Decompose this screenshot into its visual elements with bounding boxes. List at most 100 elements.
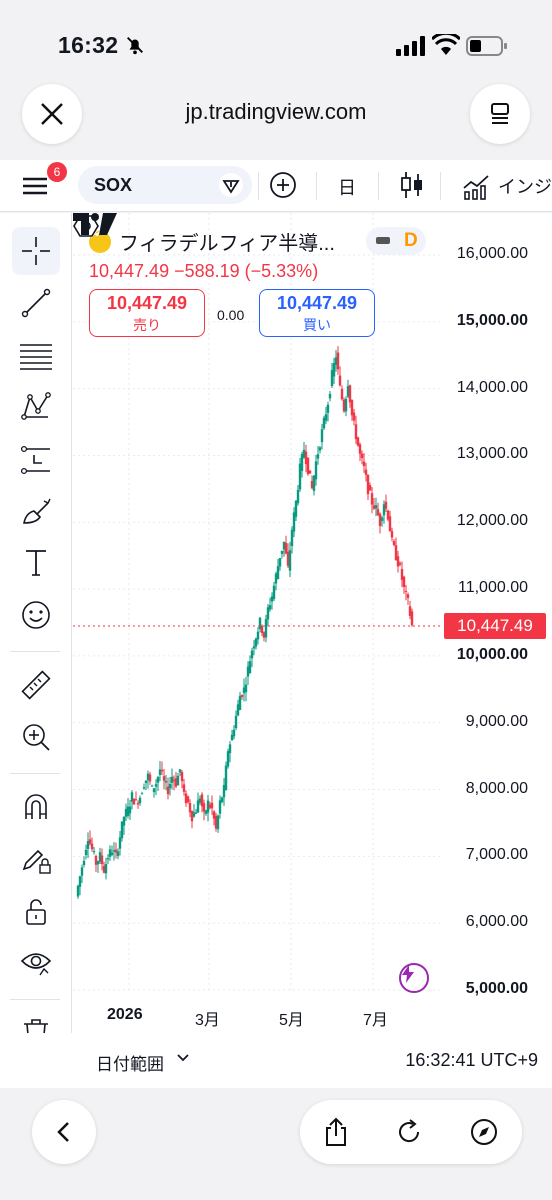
candle-body xyxy=(162,776,166,781)
candle-body xyxy=(354,424,358,440)
candle-body xyxy=(392,541,396,546)
reload-button[interactable] xyxy=(388,1110,432,1154)
candle-body xyxy=(278,557,282,567)
pattern-tool[interactable] xyxy=(12,383,60,431)
projection-icon xyxy=(20,445,50,475)
zoom-tool[interactable] xyxy=(12,713,60,761)
unlock-icon xyxy=(26,899,46,925)
reader-button[interactable] xyxy=(470,84,530,144)
candle-body xyxy=(390,531,394,538)
indicators-icon[interactable] xyxy=(462,172,490,200)
price-tick-label: 7,000.00 xyxy=(465,846,528,864)
candle-body xyxy=(344,398,348,412)
text-icon xyxy=(26,550,46,576)
candle-body xyxy=(352,412,356,421)
legend-collapse-pill[interactable]: D xyxy=(366,227,426,255)
candle-body xyxy=(248,661,252,674)
pattern-icon xyxy=(21,392,51,420)
share-button[interactable] xyxy=(314,1110,358,1154)
notification-badge: 6 xyxy=(47,162,67,182)
emoji-tool[interactable] xyxy=(12,591,60,639)
chevron-down-icon[interactable] xyxy=(176,1053,190,1063)
date-range-button[interactable]: 日付範囲 xyxy=(96,1050,164,1075)
reload-icon xyxy=(399,1119,420,1143)
candle-body xyxy=(332,363,336,377)
lock-tool[interactable] xyxy=(12,887,60,935)
chart-toolbar: 6 SOX 日 インジ xyxy=(0,160,552,212)
indicators-label[interactable]: インジ xyxy=(498,173,552,199)
measure-tool[interactable] xyxy=(12,661,60,709)
candlestick-icon[interactable] xyxy=(398,170,426,200)
compare-icon[interactable] xyxy=(218,172,244,198)
candle-body xyxy=(176,775,180,786)
time-tick-label: 3月 xyxy=(195,1012,220,1029)
zoom-in-icon xyxy=(23,724,50,751)
price-tick-label: 13,000.00 xyxy=(456,445,528,463)
toolbar-divider xyxy=(10,999,60,1000)
hide-drawings-tool[interactable] xyxy=(12,939,60,987)
symbol-search[interactable]: SOX xyxy=(78,166,252,204)
browser-actions xyxy=(300,1100,522,1164)
candle-body xyxy=(128,806,132,814)
magnet-tool[interactable] xyxy=(12,783,60,831)
candle-body xyxy=(374,505,378,509)
crosshair-tool[interactable] xyxy=(12,227,60,275)
symbol-name: フィラデルフィア半導... xyxy=(119,233,335,255)
candle-body xyxy=(364,469,368,475)
candle-body xyxy=(218,800,222,814)
lock-drawings-tool[interactable] xyxy=(12,835,60,883)
url-text[interactable]: jp.tradingview.com xyxy=(120,99,432,125)
candle-body xyxy=(142,787,146,789)
candle-body xyxy=(380,517,384,521)
candle-body xyxy=(216,815,220,830)
candle-body xyxy=(308,470,312,474)
candle-body xyxy=(226,751,230,767)
fib-tool[interactable] xyxy=(12,331,60,379)
symbol-text: SOX xyxy=(94,175,133,195)
back-button[interactable] xyxy=(32,1100,96,1164)
candle-body xyxy=(144,780,148,784)
pencil-lock-icon xyxy=(22,849,51,874)
lightning-icon xyxy=(402,965,414,983)
symbol-legend[interactable]: フィラデルフィア半導... xyxy=(89,227,335,256)
candle-body xyxy=(228,744,232,754)
candle-body xyxy=(122,816,126,826)
candle-body xyxy=(182,784,186,792)
chart-area[interactable]: フィラデルフィア半導... D 10,447.49 −588.19 (−5.33… xyxy=(73,213,552,1088)
candle-body xyxy=(148,774,152,782)
candle-body xyxy=(326,404,330,413)
add-symbol-icon[interactable] xyxy=(268,170,298,200)
close-button[interactable] xyxy=(22,84,82,144)
browser-header: jp.tradingview.com xyxy=(0,84,552,156)
drawing-toolbar xyxy=(0,213,72,1088)
interval-button[interactable]: 日 xyxy=(338,174,356,200)
candle-body xyxy=(404,590,408,592)
text-tool[interactable] xyxy=(12,539,60,587)
candle-body xyxy=(316,454,320,459)
candle-body xyxy=(78,876,82,887)
candle-body xyxy=(336,352,340,370)
alert-bolt-button[interactable] xyxy=(399,963,429,993)
fib-lines-icon xyxy=(20,344,52,370)
trend-line-tool[interactable] xyxy=(12,279,60,327)
buy-button[interactable]: 10,447.49 買い xyxy=(259,289,375,337)
status-time: 16:32 xyxy=(58,32,119,58)
candle-body xyxy=(406,594,410,598)
battery-icon xyxy=(466,36,507,56)
candle-body xyxy=(324,414,328,421)
candle-body xyxy=(134,799,138,801)
candle-body xyxy=(358,444,362,454)
prediction-tool[interactable] xyxy=(12,435,60,483)
time-tick-label: 5月 xyxy=(279,1012,304,1029)
price-tick-label: 8,000.00 xyxy=(465,779,528,797)
menu-icon[interactable] xyxy=(22,174,48,198)
candle-body xyxy=(368,485,372,491)
sell-button[interactable]: 10,447.49 売り xyxy=(89,289,205,337)
compass-button[interactable] xyxy=(462,1110,506,1154)
price-tick-label: 5,000.00 xyxy=(465,980,528,997)
magnet-icon xyxy=(25,794,47,819)
sell-label: 売り xyxy=(133,317,161,333)
clock-timezone[interactable]: 16:32:41 UTC+9 xyxy=(405,1050,538,1071)
candle-body xyxy=(152,788,156,793)
brush-tool[interactable] xyxy=(12,487,60,535)
